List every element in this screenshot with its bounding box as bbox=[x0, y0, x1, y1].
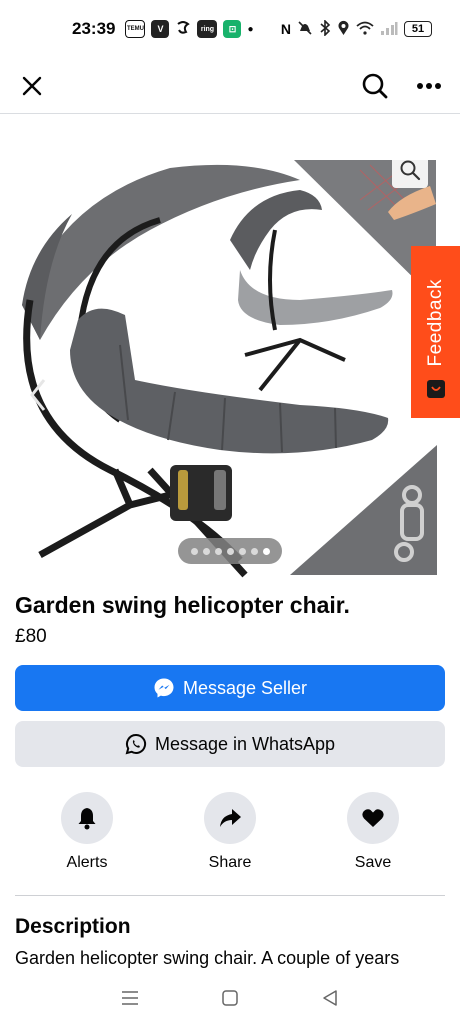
gallery-dot[interactable] bbox=[250, 547, 258, 555]
close-icon bbox=[22, 76, 42, 95]
status-system-icons: N 51 bbox=[280, 18, 432, 39]
gallery-dot[interactable] bbox=[202, 547, 210, 555]
location-icon bbox=[337, 20, 350, 39]
status-bar: 23:39 TEMU V ring ⊡ ● N 51 bbox=[0, 0, 460, 58]
listing-photo[interactable] bbox=[0, 150, 460, 580]
search-icon bbox=[362, 73, 388, 98]
gallery-pagination[interactable] bbox=[178, 538, 282, 564]
whatsapp-icon bbox=[125, 733, 147, 755]
more-options-button[interactable] bbox=[412, 69, 446, 103]
temu-icon: TEMU bbox=[125, 20, 146, 38]
alerts-label: Alerts bbox=[66, 854, 108, 871]
share-button[interactable]: Share bbox=[185, 792, 275, 872]
top-nav bbox=[0, 58, 460, 114]
more-icon bbox=[417, 82, 441, 89]
battery-icon: 51 bbox=[404, 21, 432, 37]
zoom-icon bbox=[400, 160, 421, 181]
save-circle bbox=[347, 792, 399, 844]
message-seller-label: Message Seller bbox=[182, 677, 308, 698]
message-whatsapp-button[interactable]: Message in WhatsApp bbox=[15, 721, 445, 767]
ring-app-icon: ring bbox=[197, 20, 218, 38]
smile-icon bbox=[426, 380, 445, 398]
alerts-button[interactable]: Alerts bbox=[42, 792, 132, 872]
share-label: Share bbox=[208, 854, 252, 871]
action-row: Alerts Share Save bbox=[0, 792, 460, 876]
system-nav-bar bbox=[0, 972, 460, 1024]
feedback-label: Feedback bbox=[424, 278, 446, 366]
signal-icon bbox=[380, 21, 398, 38]
gallery-dot[interactable] bbox=[190, 547, 198, 555]
gallery-dot[interactable] bbox=[226, 547, 234, 555]
gallery-dot[interactable] bbox=[262, 547, 270, 555]
share-icon bbox=[220, 809, 241, 827]
message-whatsapp-label: Message in WhatsApp bbox=[154, 733, 336, 754]
mute-icon bbox=[297, 20, 313, 39]
divider bbox=[15, 895, 445, 896]
green-app-icon: ⊡ bbox=[223, 20, 242, 38]
message-seller-button[interactable]: Message Seller bbox=[15, 665, 445, 711]
gallery-dot[interactable] bbox=[214, 547, 222, 555]
status-app-icons: TEMU V ring ⊡ ● bbox=[125, 19, 254, 40]
messenger-icon bbox=[154, 678, 174, 698]
listing-title: Garden swing helicopter chair. bbox=[15, 592, 350, 618]
bell-icon bbox=[78, 808, 96, 830]
save-button[interactable]: Save bbox=[328, 792, 418, 872]
back-button[interactable] bbox=[315, 983, 345, 1013]
description-heading: Description bbox=[15, 915, 131, 938]
heart-icon bbox=[362, 809, 384, 827]
description-text: Garden helicopter swing chair. A couple … bbox=[15, 948, 400, 968]
menu-icon bbox=[122, 991, 138, 1005]
v-app-icon: V bbox=[151, 20, 170, 38]
back-triangle-icon bbox=[323, 990, 337, 1006]
swirl-app-icon bbox=[175, 19, 191, 40]
notification-dot-icon: ● bbox=[247, 23, 254, 35]
close-button[interactable] bbox=[14, 68, 50, 104]
alerts-circle bbox=[61, 792, 113, 844]
status-time: 23:39 bbox=[72, 19, 116, 38]
nfc-icon: N bbox=[280, 21, 291, 37]
search-button[interactable] bbox=[358, 69, 392, 103]
feedback-tab[interactable]: Feedback bbox=[411, 246, 460, 418]
share-circle bbox=[204, 792, 256, 844]
listing-price: £80 bbox=[15, 626, 47, 647]
home-square-icon bbox=[222, 990, 238, 1006]
home-button[interactable] bbox=[215, 983, 245, 1013]
save-label: Save bbox=[354, 854, 392, 871]
wifi-icon bbox=[356, 21, 374, 38]
zoom-button[interactable] bbox=[392, 152, 428, 188]
bluetooth-icon bbox=[319, 18, 331, 39]
recents-button[interactable] bbox=[115, 983, 145, 1013]
gallery-dot[interactable] bbox=[238, 547, 246, 555]
swing-chair-image bbox=[22, 160, 437, 578]
